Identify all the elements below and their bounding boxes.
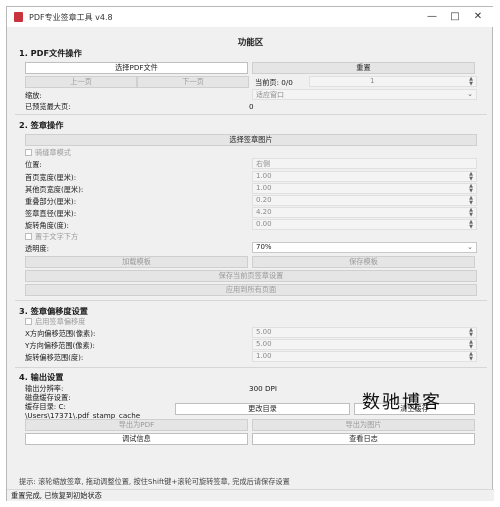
diameter-label: 签章直径(厘米): <box>25 209 77 218</box>
save-template-button[interactable]: 保存模板 <box>252 256 475 268</box>
export-image-button[interactable]: 导出为图片 <box>252 419 475 431</box>
spin-arrows-icon: ▲ ▼ <box>469 76 473 87</box>
spin-arrows-icon: ▲ ▼ <box>469 339 473 350</box>
divider <box>15 367 487 368</box>
spin-arrows-icon: ▲ ▼ <box>469 219 473 230</box>
overlap-value: 0.20 <box>256 196 272 204</box>
other-width-value: 1.00 <box>256 184 272 192</box>
spin-arrows-icon: ▲ ▼ <box>469 351 473 362</box>
overlap-label: 重叠部分(厘米): <box>25 197 77 206</box>
maximize-icon[interactable]: □ <box>448 10 462 24</box>
spin-arrows-icon: ▲ ▼ <box>469 207 473 218</box>
below-text-label: 置于文字下方 <box>35 232 79 241</box>
section4-title: 4. 输出设置 <box>19 372 64 382</box>
rot-range-value: 1.00 <box>256 352 272 360</box>
first-width-label: 首页宽度(厘米): <box>25 173 77 182</box>
rotation-spinbox[interactable]: 0.00 ▲ ▼ <box>252 219 477 230</box>
section3-title: 3. 签章偏移度设置 <box>19 306 88 316</box>
x-range-spinbox[interactable]: 5.00 ▲ ▼ <box>252 327 477 338</box>
enable-offset-label: 启用签章偏移度 <box>35 317 86 326</box>
view-log-button[interactable]: 查看日志 <box>252 433 475 445</box>
select-image-button[interactable]: 选择签章图片 <box>25 134 477 146</box>
zoom-label: 缩放: <box>25 91 42 100</box>
zoom-select[interactable]: 适应窗口 ⌄ <box>252 89 477 100</box>
position-value: 右侧 <box>256 160 270 168</box>
page-spinbox[interactable]: 1 ▲ ▼ <box>309 76 477 87</box>
app-window: PDF专业签章工具 v4.8 — □ ✕ 功能区 1. PDF文件操作 选择PD… <box>6 6 494 501</box>
minimize-icon[interactable]: — <box>425 10 439 24</box>
rot-range-spinbox[interactable]: 1.00 ▲ ▼ <box>252 351 477 362</box>
y-range-spinbox[interactable]: 5.00 ▲ ▼ <box>252 339 477 350</box>
divider <box>15 300 487 301</box>
first-width-spinbox[interactable]: 1.00 ▲ ▼ <box>252 171 477 182</box>
position-label: 位置: <box>25 160 42 169</box>
first-width-value: 1.00 <box>256 172 272 180</box>
y-range-value: 5.00 <box>256 340 272 348</box>
y-range-label: Y方向偏移范围(像素): <box>25 341 95 350</box>
other-width-label: 其他页宽度(厘米): <box>25 185 84 194</box>
close-icon[interactable]: ✕ <box>471 10 485 24</box>
current-page-label: 当前页: 0/0 <box>255 78 293 87</box>
x-range-label: X方向偏移范围(像素): <box>25 329 96 338</box>
diameter-value: 4.20 <box>256 208 272 216</box>
chevron-down-icon: ⌄ <box>467 90 473 98</box>
next-page-button[interactable]: 下一页 <box>137 76 249 88</box>
opacity-select[interactable]: 70% ⌄ <box>252 242 477 253</box>
prev-page-button[interactable]: 上一页 <box>25 76 137 88</box>
load-template-button[interactable]: 加载模板 <box>25 256 248 268</box>
zoom-value: 适应窗口 <box>256 91 284 99</box>
page-spin-value: 1 <box>370 77 375 85</box>
spin-arrows-icon: ▲ ▼ <box>469 183 473 194</box>
rotation-value: 0.00 <box>256 220 272 228</box>
riding-seal-checkbox[interactable]: 骑缝章模式 <box>25 148 71 158</box>
chevron-down-icon: ⌄ <box>467 243 473 251</box>
app-icon <box>14 12 23 22</box>
spin-arrows-icon: ▲ ▼ <box>469 171 473 182</box>
riding-seal-label: 骑缝章模式 <box>35 148 71 157</box>
other-width-spinbox[interactable]: 1.00 ▲ ▼ <box>252 183 477 194</box>
change-dir-button[interactable]: 更改目录 <box>175 403 350 415</box>
divider <box>15 114 487 115</box>
window-title: PDF专业签章工具 v4.8 <box>29 13 113 22</box>
max-preview-value: 0 <box>249 102 254 111</box>
position-select[interactable]: 右侧 <box>252 158 477 169</box>
enable-offset-checkbox[interactable]: 启用签章偏移度 <box>25 317 85 327</box>
apply-all-pages-button[interactable]: 应用到所有页面 <box>25 284 477 296</box>
export-pdf-button[interactable]: 导出为PDF <box>25 419 248 431</box>
debug-info-button[interactable]: 调试信息 <box>25 433 248 445</box>
section2-title: 2. 签章操作 <box>19 120 64 130</box>
overlap-spinbox[interactable]: 0.20 ▲ ▼ <box>252 195 477 206</box>
reset-button[interactable]: 重置 <box>252 62 475 74</box>
status-text: 重置完成, 已恢复到初始状态 <box>11 491 102 500</box>
below-text-checkbox[interactable]: 置于文字下方 <box>25 232 78 242</box>
section1-title: 1. PDF文件操作 <box>19 48 82 58</box>
spin-arrows-icon: ▲ ▼ <box>469 327 473 338</box>
select-pdf-button[interactable]: 选择PDF文件 <box>25 62 248 74</box>
opacity-value: 70% <box>256 243 272 251</box>
dpi-value: 300 DPI <box>249 384 277 393</box>
diameter-spinbox[interactable]: 4.20 ▲ ▼ <box>252 207 477 218</box>
watermark-text: 数驰博客 <box>362 392 442 413</box>
rotation-label: 旋转角度(度): <box>25 221 69 230</box>
save-current-settings-button[interactable]: 保存当前页签章设置 <box>25 270 477 282</box>
hint-text: 提示: 滚轮缩放签章, 拖动调整位置, 按住Shift键+滚轮可旋转签章, 完成… <box>19 477 290 486</box>
max-preview-label: 已预览最大页: <box>25 102 71 111</box>
title-bar: PDF专业签章工具 v4.8 — □ ✕ <box>7 7 494 27</box>
opacity-label: 透明度: <box>25 244 49 253</box>
rot-range-label: 旋转偏移范围(度): <box>25 353 84 362</box>
x-range-value: 5.00 <box>256 328 272 336</box>
spin-arrows-icon: ▲ ▼ <box>469 195 473 206</box>
status-bar: 重置完成, 已恢复到初始状态 <box>7 489 494 501</box>
